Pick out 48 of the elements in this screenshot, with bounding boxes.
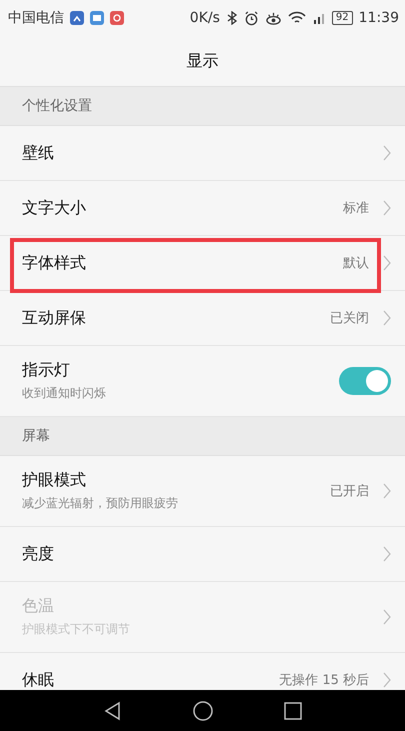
chevron-right-icon <box>383 546 391 562</box>
setting-label: 指示灯 <box>22 360 71 381</box>
alarm-icon <box>244 10 259 26</box>
chevron-right-icon <box>383 672 391 688</box>
settings-row[interactable]: 护眼模式 减少蓝光辐射，预防用眼疲劳 已开启 <box>0 456 405 527</box>
chevron-right-icon <box>383 200 391 216</box>
setting-value: 已关闭 <box>330 310 369 327</box>
setting-label: 休眠 <box>22 670 55 690</box>
chevron-right-icon <box>383 483 391 499</box>
setting-value: 已开启 <box>330 483 369 500</box>
app-icon <box>70 11 84 25</box>
bluetooth-icon <box>226 11 238 25</box>
settings-row[interactable]: 文字大小 标准 <box>0 181 405 236</box>
setting-value: 默认 <box>343 255 369 272</box>
setting-value: 无操作 15 秒后 <box>279 672 369 689</box>
clock: 11:39 <box>358 10 399 26</box>
recent-apps-icon[interactable] <box>282 700 304 722</box>
wifi-icon <box>288 11 306 25</box>
settings-row[interactable]: 字体样式 默认 <box>0 236 405 291</box>
signal-icon <box>312 11 326 25</box>
chevron-right-icon <box>383 145 391 161</box>
chevron-right-icon <box>383 255 391 271</box>
toggle-switch[interactable] <box>339 367 391 395</box>
setting-label: 壁纸 <box>22 142 55 164</box>
image-icon <box>90 11 104 25</box>
chevron-right-icon <box>383 310 391 326</box>
setting-label: 色温 <box>22 596 55 617</box>
home-icon[interactable] <box>192 700 214 722</box>
setting-label: 字体样式 <box>22 252 87 274</box>
screen-title: 显示 <box>186 50 218 72</box>
setting-label: 护眼模式 <box>22 470 87 491</box>
setting-value: 标准 <box>343 200 369 217</box>
section-title: 屏幕 <box>22 427 50 445</box>
setting-label: 亮度 <box>22 544 55 564</box>
setting-description: 减少蓝光辐射，预防用眼疲劳 <box>22 495 179 512</box>
setting-label: 文字大小 <box>22 198 87 218</box>
chevron-right-icon <box>383 609 391 625</box>
network-speed: 0K/s <box>190 10 220 26</box>
section-title: 个性化设置 <box>22 97 92 115</box>
settings-row[interactable]: 壁纸 <box>0 126 405 181</box>
setting-label: 互动屏保 <box>22 308 87 328</box>
carrier-name: 中国电信 <box>8 9 64 27</box>
settings-row[interactable]: 亮度 <box>0 527 405 582</box>
setting-description: 收到通知时闪烁 <box>22 385 107 402</box>
eye-icon <box>264 10 282 26</box>
settings-row[interactable]: 互动屏保 已关闭 <box>0 291 405 346</box>
app-icon <box>110 11 124 25</box>
battery-level: 92 <box>332 11 353 25</box>
